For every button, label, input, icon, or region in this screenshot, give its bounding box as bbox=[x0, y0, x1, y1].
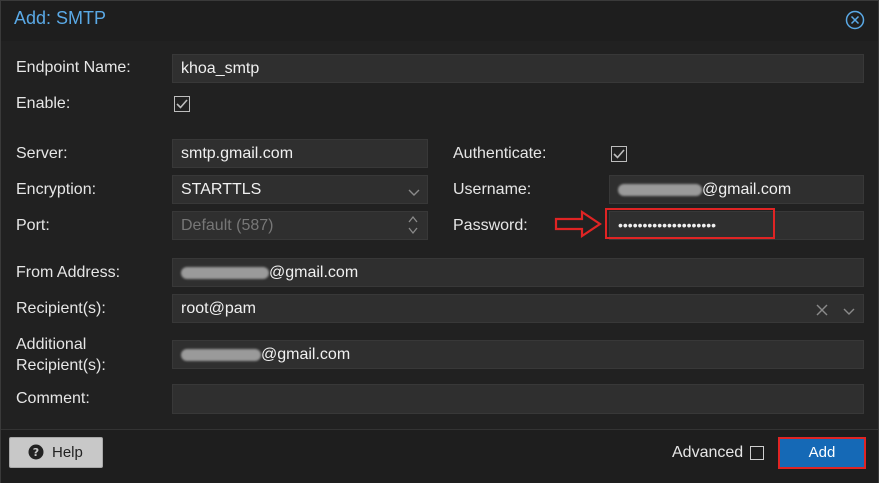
from-address-value: @gmail.com bbox=[269, 264, 359, 281]
from-address-input[interactable]: @gmail.com bbox=[172, 258, 864, 287]
encryption-value: STARTTLS bbox=[181, 181, 262, 198]
comment-label: Comment: bbox=[16, 390, 90, 407]
recipients-label: Recipient(s): bbox=[16, 300, 106, 317]
add-smtp-dialog: Add: SMTP Endpoint Name: khoa_smtp Enabl… bbox=[0, 0, 879, 483]
from-address-label: From Address: bbox=[16, 264, 121, 281]
enable-checkbox[interactable] bbox=[174, 96, 190, 112]
advanced-label: Advanced bbox=[672, 444, 744, 461]
chevron-down-icon[interactable] bbox=[408, 185, 420, 196]
endpoint-name-label: Endpoint Name: bbox=[16, 59, 131, 76]
comment-input[interactable] bbox=[172, 384, 864, 414]
encryption-label: Encryption: bbox=[16, 181, 97, 198]
additional-recipients-input[interactable]: @gmail.com bbox=[172, 340, 864, 369]
port-placeholder: Default (587) bbox=[181, 217, 274, 234]
redacted-text bbox=[181, 348, 261, 361]
username-label: Username: bbox=[453, 181, 532, 198]
question-circle-icon: ? bbox=[28, 444, 44, 460]
endpoint-name-input[interactable]: khoa_smtp bbox=[172, 54, 864, 83]
password-highlight-box bbox=[605, 208, 775, 239]
dialog-titlebar: Add: SMTP bbox=[1, 1, 878, 41]
dialog-footer bbox=[1, 429, 878, 483]
username-input[interactable]: @gmail.com bbox=[609, 175, 864, 204]
recipients-select[interactable]: root@pam bbox=[172, 294, 864, 323]
server-input[interactable]: smtp.gmail.com bbox=[172, 139, 428, 168]
redacted-text bbox=[618, 183, 702, 196]
add-button[interactable]: Add bbox=[778, 437, 866, 469]
authenticate-checkbox[interactable] bbox=[611, 146, 627, 162]
enable-label: Enable: bbox=[16, 95, 71, 112]
redacted-text bbox=[181, 266, 269, 279]
password-label: Password: bbox=[453, 217, 528, 234]
spinner-arrows-icon[interactable] bbox=[407, 214, 419, 236]
additional-recipients-value: @gmail.com bbox=[261, 346, 351, 363]
chevron-down-icon[interactable] bbox=[843, 304, 855, 315]
username-value: @gmail.com bbox=[702, 181, 792, 198]
additional-recipients-label-line2: Recipient(s): bbox=[16, 357, 106, 374]
help-button[interactable]: ? Help bbox=[9, 437, 103, 468]
close-icon[interactable] bbox=[845, 10, 865, 30]
recipients-value: root@pam bbox=[181, 300, 256, 317]
advanced-checkbox[interactable] bbox=[750, 446, 764, 460]
authenticate-label: Authenticate: bbox=[453, 145, 547, 162]
encryption-select[interactable]: STARTTLS bbox=[172, 175, 428, 204]
svg-text:?: ? bbox=[33, 446, 39, 459]
arrow-right-icon bbox=[554, 209, 602, 239]
clear-icon[interactable] bbox=[816, 303, 828, 316]
port-input[interactable]: Default (587) bbox=[172, 211, 428, 240]
help-button-label: Help bbox=[52, 444, 83, 461]
additional-recipients-label-line1: Additional bbox=[16, 336, 87, 353]
server-label: Server: bbox=[16, 145, 68, 162]
port-label: Port: bbox=[16, 217, 50, 234]
dialog-title: Add: SMTP bbox=[14, 8, 107, 28]
